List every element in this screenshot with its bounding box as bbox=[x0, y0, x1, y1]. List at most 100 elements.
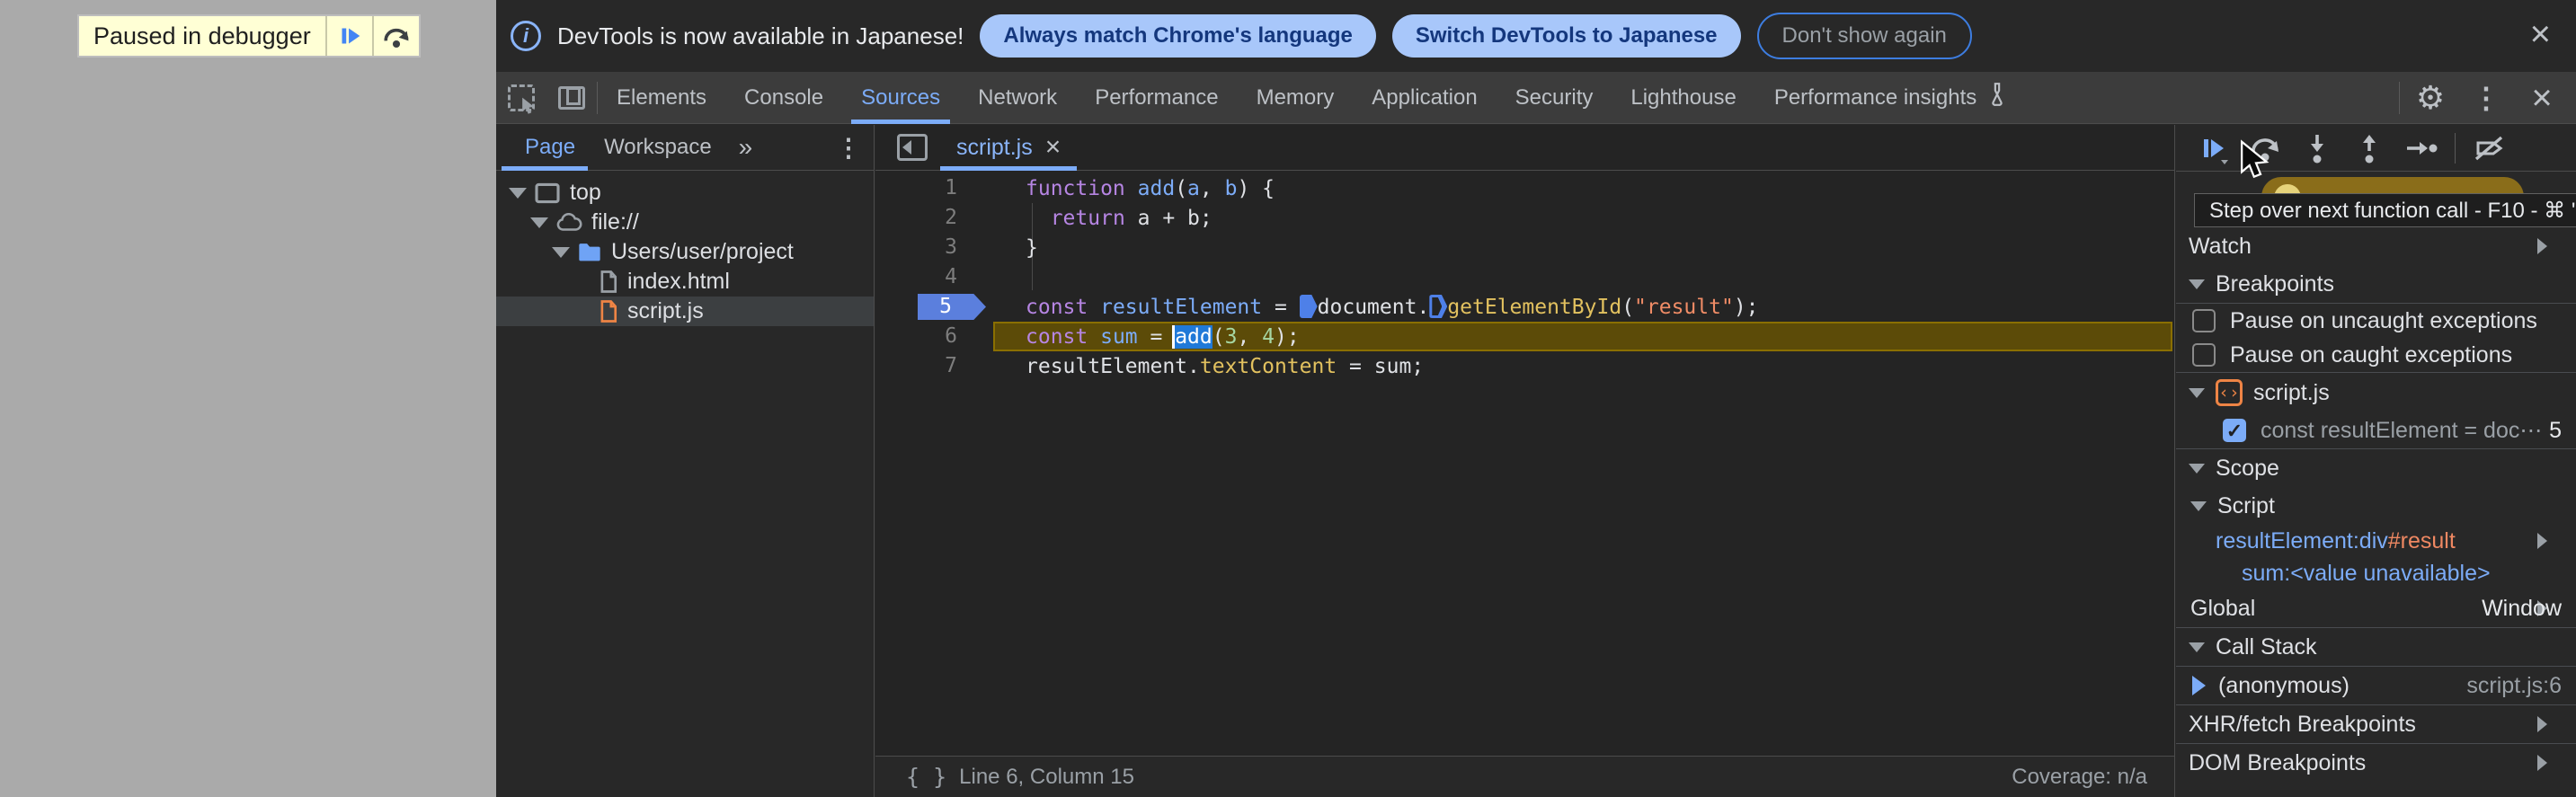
tab-application[interactable]: Application bbox=[1353, 72, 1496, 124]
notification-close-icon[interactable]: × bbox=[2530, 16, 2551, 52]
row-sum[interactable]: sum: <value unavailable> bbox=[2176, 557, 2576, 589]
settings-gear-icon[interactable]: ⚙ bbox=[2405, 72, 2456, 124]
row-pause-on-caught-exceptions[interactable]: Pause on caught exceptions bbox=[2176, 338, 2576, 372]
disclosure-triangle-icon[interactable] bbox=[552, 246, 570, 258]
tree-item-script-js[interactable]: script.js bbox=[496, 297, 874, 326]
breakpoint-file-label: script.js bbox=[2253, 379, 2330, 405]
step-out-icon[interactable] bbox=[2345, 128, 2394, 169]
section-label: XHR/fetch Breakpoints bbox=[2189, 711, 2416, 737]
row-resultelement[interactable]: resultElement: div #result bbox=[2176, 525, 2576, 557]
checkbox[interactable] bbox=[2192, 343, 2216, 367]
section-scope[interactable]: Scope bbox=[2176, 449, 2576, 487]
tab-lighthouse[interactable]: Lighthouse bbox=[1612, 72, 1754, 124]
code-line-text: const sum = add(3, 4); bbox=[993, 324, 1300, 349]
device-toolbar-icon[interactable] bbox=[546, 72, 597, 124]
section-label: Breakpoints bbox=[2216, 270, 2335, 297]
section-call-stack[interactable]: Call Stack bbox=[2176, 628, 2576, 666]
navigator-menu-icon[interactable]: ⋮ bbox=[836, 133, 861, 163]
step-over-icon[interactable] bbox=[2241, 128, 2289, 169]
row-pause-on-uncaught-exceptions[interactable]: Pause on uncaught exceptions bbox=[2176, 304, 2576, 338]
section-breakpoints[interactable]: Breakpoints bbox=[2176, 265, 2576, 303]
overflow-menu-icon[interactable]: ⋮ bbox=[2461, 72, 2511, 124]
code-token: , bbox=[1199, 176, 1225, 200]
tree-item-file-[interactable]: file:// bbox=[496, 208, 874, 237]
code-token: ); bbox=[1733, 296, 1759, 319]
code-line-1[interactable]: 1 function add(a, b) { bbox=[875, 173, 2174, 203]
row-const-resultelement-doc-[interactable]: ✓ const resultElement = doc⋯ 5 bbox=[2176, 412, 2576, 448]
code-area[interactable]: 1 function add(a, b) {2 return a + b; 3} 4 5… bbox=[875, 171, 2174, 381]
hide-navigator-icon[interactable] bbox=[897, 134, 928, 161]
switch-devtools-japanese-button[interactable]: Switch DevTools to Japanese bbox=[1391, 14, 1741, 58]
line-number[interactable]: 7 bbox=[875, 351, 993, 381]
tab-network[interactable]: Network bbox=[959, 72, 1076, 124]
row--anonymous-[interactable]: (anonymous) script.js:6 bbox=[2176, 667, 2576, 704]
tab-console[interactable]: Console bbox=[725, 72, 842, 124]
breakpoint-checkbox[interactable]: ✓ bbox=[2223, 419, 2246, 442]
tab-close-icon[interactable]: × bbox=[1045, 132, 1061, 163]
disclosure-triangle-icon[interactable] bbox=[2189, 279, 2205, 289]
tab-page[interactable]: Page bbox=[501, 125, 590, 171]
disclosure-triangle-icon[interactable] bbox=[2537, 755, 2547, 771]
section-script[interactable]: Script bbox=[2176, 487, 2576, 525]
resume-icon[interactable] bbox=[324, 16, 372, 56]
tab-security[interactable]: Security bbox=[1497, 72, 1612, 124]
code-line-5[interactable]: 5 const resultElement = document. getEleme… bbox=[875, 292, 2174, 322]
disclosure-triangle-icon[interactable] bbox=[2189, 642, 2205, 652]
step-icon[interactable] bbox=[2397, 128, 2446, 169]
breakpoint-marker[interactable]: 5 bbox=[918, 294, 986, 320]
tree-item-label: top bbox=[570, 180, 601, 205]
code-line-6[interactable]: 6 const sum = add(3, 4); bbox=[875, 322, 2174, 351]
code-token: const bbox=[1026, 296, 1088, 319]
disclosure-triangle-icon[interactable] bbox=[2189, 463, 2205, 474]
disclosure-triangle-icon[interactable] bbox=[509, 187, 527, 199]
code-line-2[interactable]: 2 return a + b; bbox=[875, 203, 2174, 233]
deactivate-breakpoints-icon[interactable] bbox=[2465, 128, 2513, 169]
dont-show-again-button[interactable]: Don't show again bbox=[1756, 13, 1972, 59]
disclosure-triangle-icon[interactable] bbox=[530, 217, 548, 228]
code-line-3[interactable]: 3} bbox=[875, 233, 2174, 262]
format-icon[interactable]: { } bbox=[906, 764, 946, 790]
line-number[interactable]: 3 bbox=[875, 233, 993, 262]
more-tabs-icon[interactable]: » bbox=[726, 133, 766, 162]
inline-breakpoint-marker[interactable] bbox=[1429, 295, 1448, 318]
disclosure-triangle-icon[interactable] bbox=[2537, 716, 2547, 732]
row-script-js[interactable]: ‹› script.js bbox=[2176, 373, 2576, 412]
step-into-icon[interactable] bbox=[2293, 128, 2341, 169]
line-number[interactable]: 1 bbox=[875, 173, 993, 203]
inline-breakpoint-marker[interactable] bbox=[1299, 295, 1318, 318]
devtools-close-icon[interactable]: × bbox=[2517, 72, 2567, 124]
tab-memory[interactable]: Memory bbox=[1238, 72, 1354, 124]
line-number[interactable]: 2 bbox=[875, 203, 993, 233]
section-dom-breakpoints[interactable]: DOM Breakpoints bbox=[2176, 744, 2576, 782]
tab-performance-insights[interactable]: Performance insights bbox=[1755, 72, 2028, 124]
always-match-language-button[interactable]: Always match Chrome's language bbox=[980, 14, 1376, 58]
code-line-7[interactable]: 7 resultElement.textContent = sum; bbox=[875, 351, 2174, 381]
code-line-4[interactable]: 4 bbox=[875, 262, 2174, 292]
checkbox[interactable] bbox=[2192, 309, 2216, 332]
section-watch[interactable]: Watch bbox=[2176, 227, 2576, 265]
line-number[interactable]: 5 bbox=[875, 292, 993, 322]
tab-elements[interactable]: Elements bbox=[598, 72, 725, 124]
section-xhr-fetch-breakpoints[interactable]: XHR/fetch Breakpoints bbox=[2176, 705, 2576, 743]
resume-icon[interactable] bbox=[2189, 128, 2237, 169]
disclosure-triangle-icon[interactable] bbox=[2190, 500, 2207, 511]
tree-item-users-user-project[interactable]: Users/user/project bbox=[496, 237, 874, 267]
section-global[interactable]: Global Window bbox=[2176, 589, 2576, 627]
tab-sources[interactable]: Sources bbox=[842, 72, 959, 124]
line-number[interactable]: 6 bbox=[875, 322, 993, 351]
disclosure-triangle-icon[interactable] bbox=[2537, 238, 2547, 254]
tree-item-top[interactable]: top bbox=[496, 178, 874, 208]
inspect-icon[interactable] bbox=[496, 72, 546, 124]
step-over-tooltip: Step over next function call - F10 - ⌘ ' bbox=[2194, 193, 2576, 227]
tab-workspace[interactable]: Workspace bbox=[590, 125, 726, 171]
debugger-sections: Watch Breakpoints Pause on uncaught except… bbox=[2176, 227, 2576, 782]
tab-performance[interactable]: Performance bbox=[1076, 72, 1237, 124]
editor-tab-scriptjs[interactable]: script.js × bbox=[940, 125, 1078, 171]
disclosure-triangle-icon[interactable] bbox=[2537, 533, 2547, 549]
line-number[interactable]: 4 bbox=[875, 262, 993, 292]
tree-item-index-html[interactable]: index.html bbox=[496, 267, 874, 297]
step-over-icon[interactable] bbox=[371, 16, 419, 56]
disclosure-triangle-icon[interactable] bbox=[2189, 387, 2205, 398]
